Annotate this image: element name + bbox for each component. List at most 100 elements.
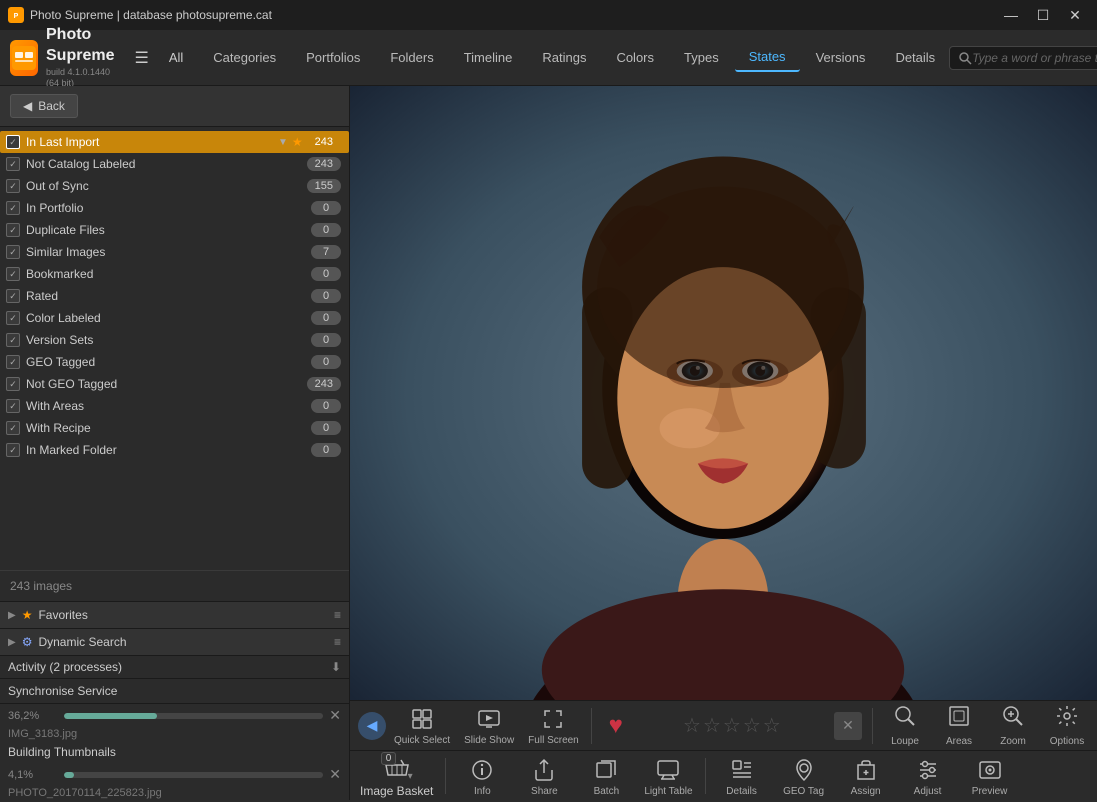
geo-tag-label: GEO Tag (783, 786, 824, 797)
state-item-with-recipe[interactable]: ✓ With Recipe 0 (0, 417, 349, 439)
areas-button[interactable]: Areas (933, 700, 985, 751)
divider-3 (445, 758, 446, 794)
state-item-geo-tagged[interactable]: ✓ GEO Tagged 0 (0, 351, 349, 373)
bottom-panels: ▶ ★ Favorites ≡ ▶ ⚙ Dynamic Search ≡ Act… (0, 601, 349, 800)
search-input[interactable] (972, 51, 1097, 65)
basket-arrow-icon: ▾ (408, 771, 413, 782)
state-count: 0 (311, 267, 341, 281)
dynamic-search-panel-header[interactable]: ▶ ⚙ Dynamic Search ≡ (0, 629, 349, 656)
state-item-out-of-sync[interactable]: ✓ Out of Sync 155 (0, 175, 349, 197)
star-3-button[interactable]: ☆ (723, 713, 741, 738)
tab-colors[interactable]: Colors (602, 44, 668, 71)
zoom-icon (1001, 704, 1025, 734)
tab-ratings[interactable]: Ratings (528, 44, 600, 71)
progress-close-1[interactable]: ✕ (329, 707, 341, 724)
tab-folders[interactable]: Folders (376, 44, 447, 71)
star-2-button[interactable]: ☆ (703, 713, 721, 738)
loupe-button[interactable]: Loupe (879, 700, 931, 751)
state-item-not-catalog-labeled[interactable]: ✓ Not Catalog Labeled 243 (0, 153, 349, 175)
state-label: Version Sets (26, 333, 311, 347)
heart-button[interactable]: ♥ (598, 712, 634, 740)
slide-show-label: Slide Show (464, 735, 514, 746)
sync-bar: Synchronise Service (0, 679, 349, 704)
sidebar: ◀ Back ✓ In Last Import ▼ ★ 243 ✓ Not Ca… (0, 86, 350, 800)
slide-show-button[interactable]: Slide Show (458, 701, 520, 750)
reject-button[interactable]: ✕ (834, 712, 862, 740)
close-button[interactable]: ✕ (1061, 3, 1089, 27)
state-item-with-areas[interactable]: ✓ With Areas 0 (0, 395, 349, 417)
tab-all[interactable]: All (155, 44, 197, 71)
light-table-icon (654, 756, 682, 784)
info-button[interactable]: Info (452, 752, 512, 801)
state-item-duplicate-files[interactable]: ✓ Duplicate Files 0 (0, 219, 349, 241)
assign-label: Assign (851, 786, 881, 797)
state-item-color-labeled[interactable]: ✓ Color Labeled 0 (0, 307, 349, 329)
assign-icon (852, 756, 880, 784)
state-checkbox: ✓ (6, 443, 20, 457)
tab-portfolios[interactable]: Portfolios (292, 44, 374, 71)
state-item-in-last-import[interactable]: ✓ In Last Import ▼ ★ 243 (0, 131, 349, 153)
dynamic-search-label: Dynamic Search (38, 635, 334, 649)
progress-bar-1 (64, 713, 157, 719)
state-item-in-portfolio[interactable]: ✓ In Portfolio 0 (0, 197, 349, 219)
geo-tag-button[interactable]: GEO Tag (774, 752, 834, 801)
share-icon (530, 756, 558, 784)
tab-versions[interactable]: Versions (802, 44, 880, 71)
full-screen-button[interactable]: Full Screen (522, 701, 585, 750)
back-arrow-icon: ◀ (23, 99, 32, 113)
progress-bar-wrap-2 (64, 772, 323, 778)
state-item-rated[interactable]: ✓ Rated 0 (0, 285, 349, 307)
state-checkbox: ✓ (6, 311, 20, 325)
zoom-button[interactable]: Zoom (987, 700, 1039, 751)
state-count: 0 (311, 289, 341, 303)
state-count: 155 (307, 179, 341, 193)
hamburger-menu-button[interactable]: ☰ (134, 44, 148, 72)
assign-button[interactable]: Assign (836, 752, 896, 801)
adjust-button[interactable]: Adjust (898, 752, 958, 801)
basket-count: 0 (381, 752, 397, 765)
state-count: 243 (307, 135, 341, 149)
state-label: Color Labeled (26, 311, 311, 325)
state-item-similar-images[interactable]: ✓ Similar Images 7 (0, 241, 349, 263)
preview-button[interactable]: Preview (960, 752, 1020, 801)
details-button[interactable]: Details (712, 752, 772, 801)
image-basket-button[interactable]: 0 ▾ Image Basket (354, 750, 439, 802)
favorites-label: Favorites (38, 608, 334, 622)
tab-states[interactable]: States (735, 43, 800, 72)
search-box[interactable]: ✕ (949, 46, 1097, 70)
star-4-button[interactable]: ☆ (743, 713, 761, 738)
state-item-version-sets[interactable]: ✓ Version Sets 0 (0, 329, 349, 351)
maximize-button[interactable]: ☐ (1029, 3, 1057, 27)
light-table-button[interactable]: Light Table (638, 752, 698, 801)
progress-close-2[interactable]: ✕ (329, 766, 341, 783)
loupe-label: Loupe (891, 736, 919, 747)
options-button[interactable]: Options (1041, 700, 1093, 751)
state-label: Rated (26, 289, 311, 303)
progress-label-2: 4,1% (8, 769, 58, 781)
tab-categories[interactable]: Categories (199, 44, 290, 71)
favorites-panel-header[interactable]: ▶ ★ Favorites ≡ (0, 602, 349, 629)
batch-button[interactable]: Batch (576, 752, 636, 801)
nav-left-button[interactable]: ◀ (358, 712, 386, 740)
star-1-button[interactable]: ☆ (683, 713, 701, 738)
state-item-bookmarked[interactable]: ✓ Bookmarked 0 (0, 263, 349, 285)
search-icon (958, 51, 972, 65)
state-count: 0 (311, 355, 341, 369)
quick-select-button[interactable]: Quick Select (388, 701, 456, 750)
state-item-not-geo-tagged[interactable]: ✓ Not GEO Tagged 243 (0, 373, 349, 395)
state-item-in-marked-folder[interactable]: ✓ In Marked Folder 0 (0, 439, 349, 461)
star-5-button[interactable]: ☆ (763, 713, 781, 738)
tab-details[interactable]: Details (881, 44, 949, 71)
share-button[interactable]: Share (514, 752, 574, 801)
tab-timeline[interactable]: Timeline (450, 44, 527, 71)
tab-types[interactable]: Types (670, 44, 733, 71)
progress-bar-2 (64, 772, 74, 778)
state-checkbox: ✓ (6, 421, 20, 435)
state-count: 0 (311, 399, 341, 413)
back-button[interactable]: ◀ Back (10, 94, 78, 118)
minimize-button[interactable]: — (997, 3, 1025, 27)
divider-4 (705, 758, 706, 794)
window-title: Photo Supreme | database photosupreme.ca… (30, 8, 997, 22)
progress-row-1: 36,2% ✕ (0, 704, 349, 727)
state-count: 0 (311, 333, 341, 347)
